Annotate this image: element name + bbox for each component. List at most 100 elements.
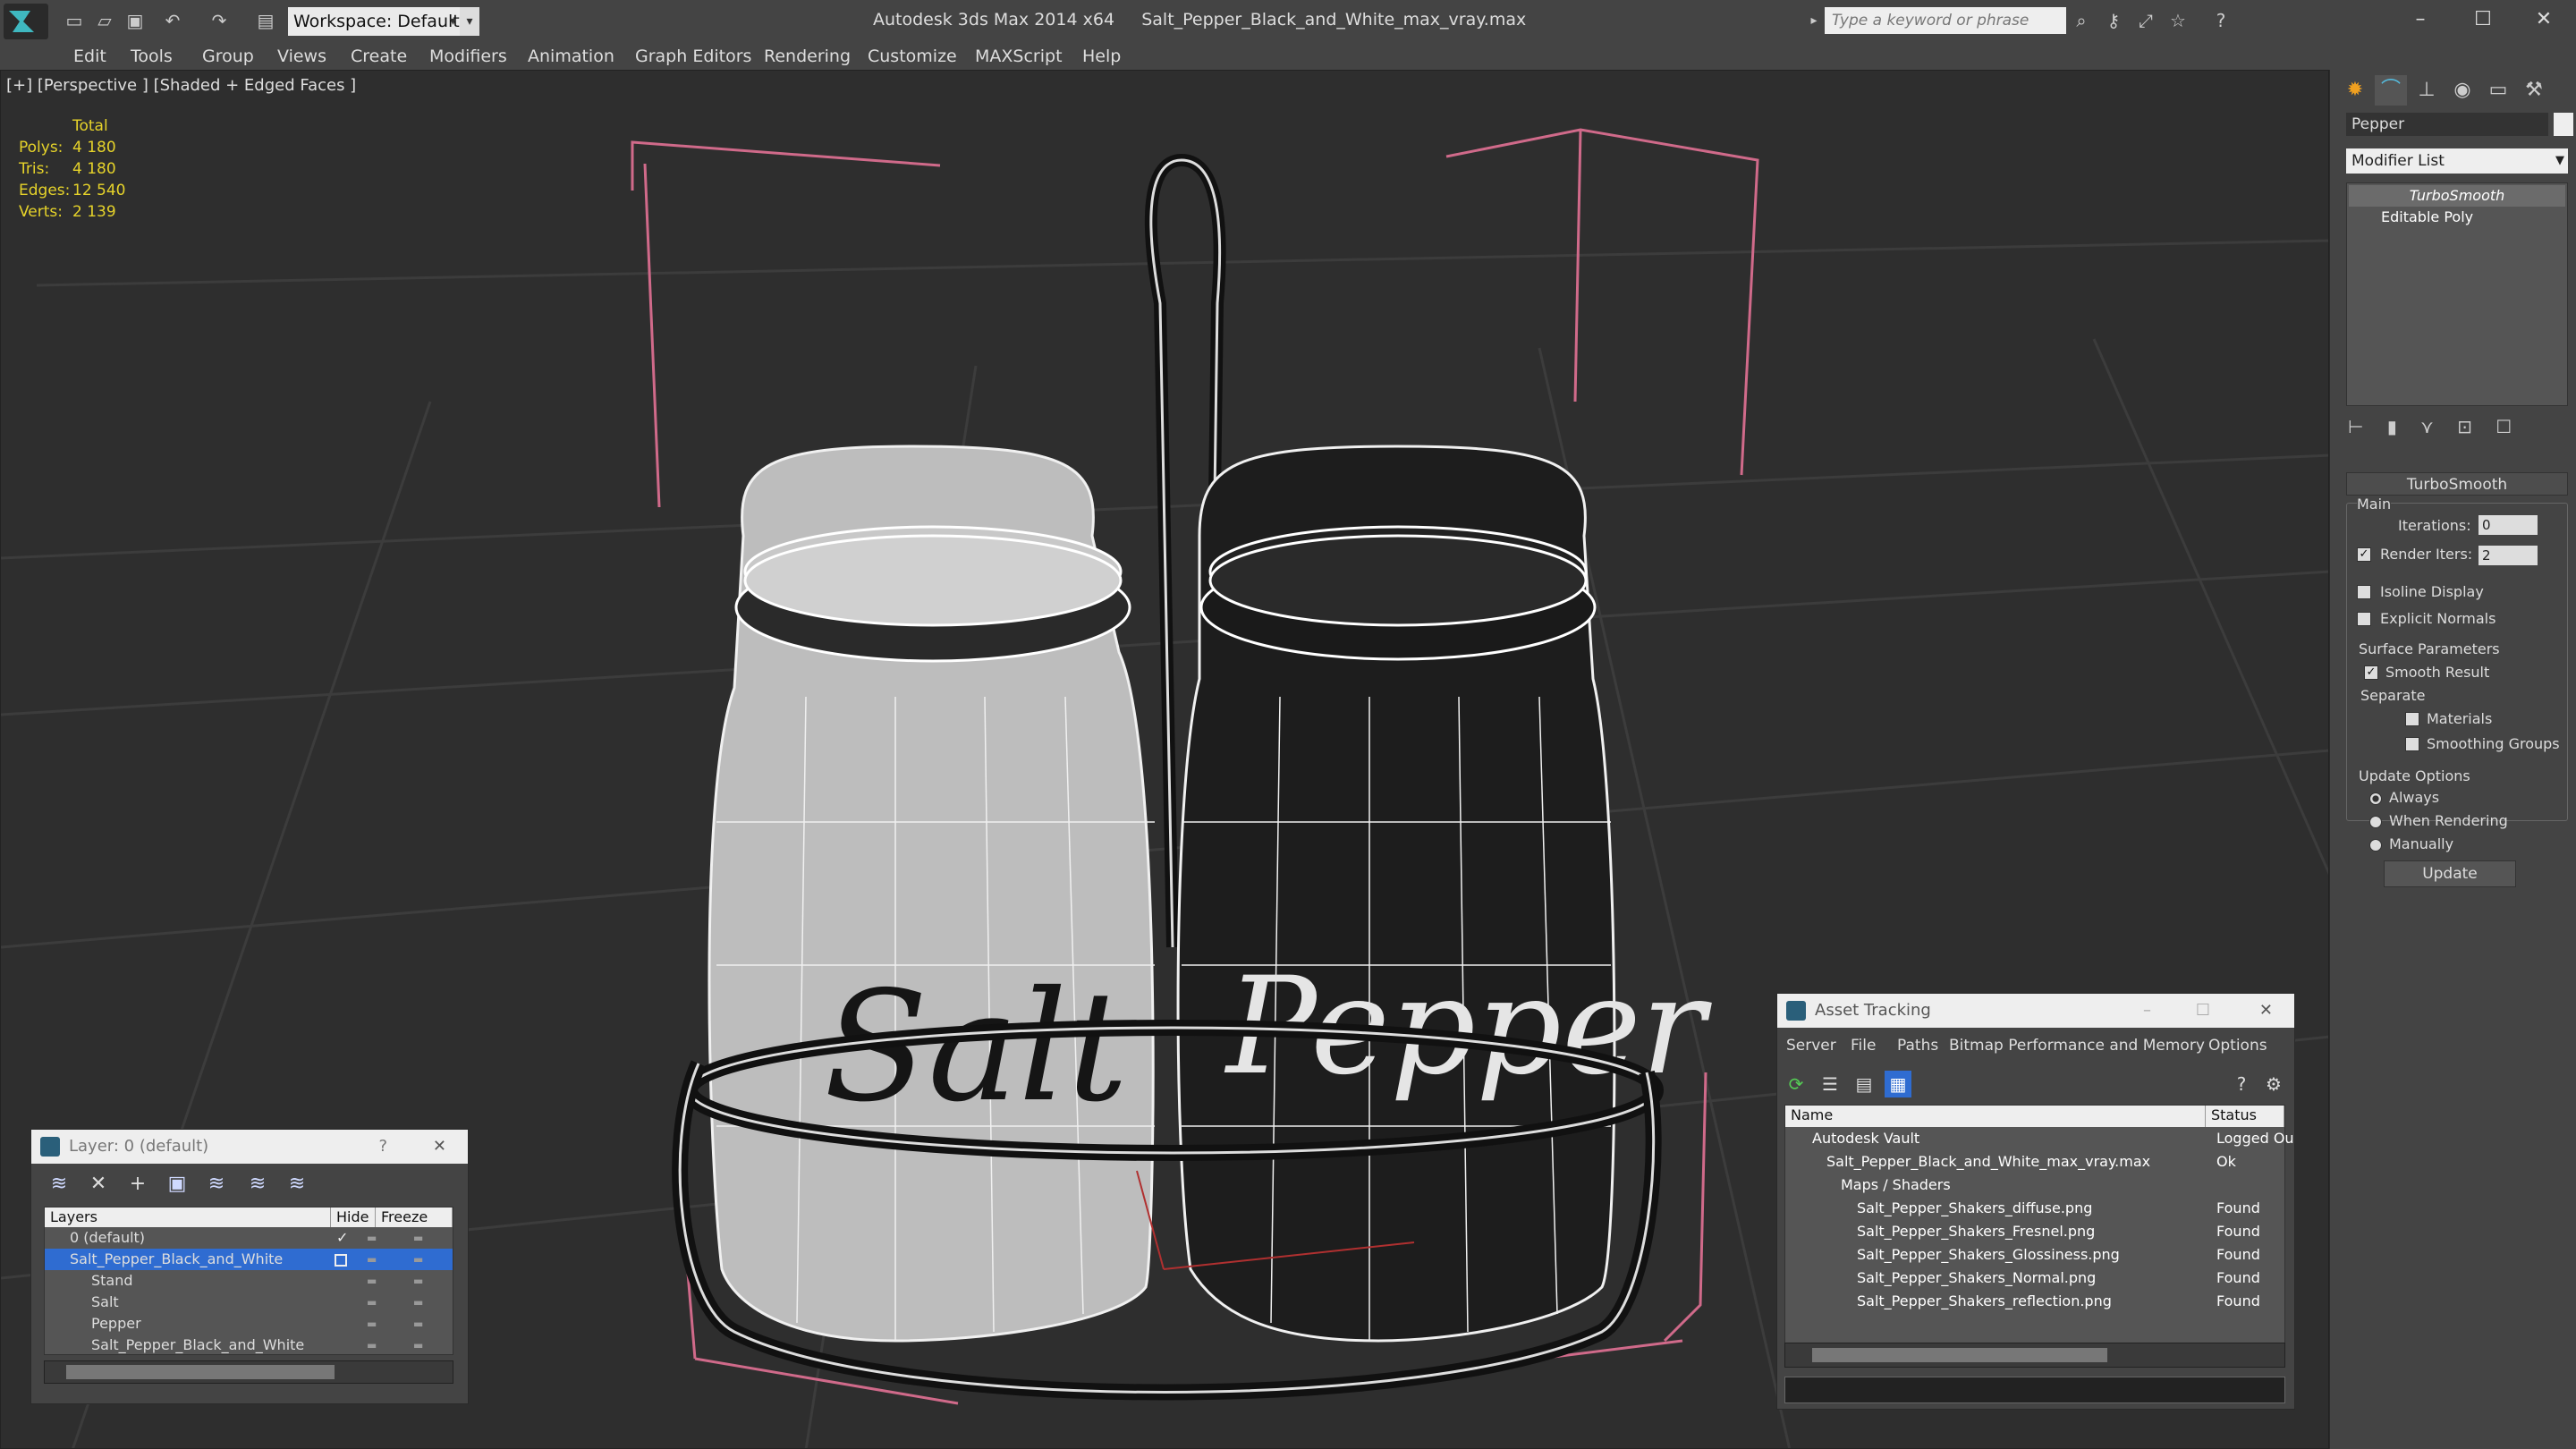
viewport-label[interactable]: [+] [Perspective ] [Shaded + Edged Faces… (6, 76, 356, 95)
binoculars-icon[interactable]: ⌕ (2070, 9, 2093, 32)
menu-maxscript[interactable]: MAXScript (966, 43, 1072, 70)
menu-rendering[interactable]: Rendering (755, 43, 860, 70)
workspace-dropdown-arrow[interactable]: ▾ (460, 7, 479, 36)
asset-menu-options[interactable]: Options (2208, 1037, 2267, 1055)
favorites-star-icon[interactable]: ☆ (2166, 9, 2190, 32)
create-tab-icon[interactable]: ✹ (2339, 75, 2371, 106)
menu-graph-editors[interactable]: Graph Editors (626, 43, 760, 70)
layer-row-group-object[interactable]: Salt_Pepper_Black_and_White ▬ ▬ (45, 1335, 453, 1356)
stack-toolbar[interactable]: ⊢ ▮ ⋎ ⊡ ☐ (2348, 411, 2568, 442)
stack-item-editable-poly[interactable]: Editable Poly (2349, 207, 2565, 228)
hide-all-layers-icon[interactable]: ≋ (242, 1171, 273, 1198)
asset-row-maps[interactable]: Maps / Shaders (1785, 1174, 2284, 1197)
project-folder-icon[interactable]: ▤ (254, 9, 277, 32)
layer-close-button[interactable]: ✕ (433, 1130, 446, 1164)
layer-help-button[interactable]: ? (378, 1130, 387, 1164)
detail-view-icon[interactable]: ▤ (1851, 1071, 1877, 1097)
asset-row-reflection[interactable]: Salt_Pepper_Shakers_reflection.png Found (1785, 1290, 2284, 1313)
asset-row-diffuse[interactable]: Salt_Pepper_Shakers_diffuse.png Found (1785, 1197, 2284, 1220)
manually-radio[interactable] (2369, 839, 2382, 852)
create-layer-icon[interactable]: ≋ (44, 1171, 74, 1198)
open-file-icon[interactable]: ▱ (93, 9, 116, 32)
search-input[interactable]: Type a keyword or phrase (1825, 7, 2066, 34)
asset-column-name[interactable]: Name (1785, 1106, 2206, 1127)
when-rendering-radio[interactable] (2369, 816, 2382, 828)
asset-row-vault[interactable]: Autodesk Vault Logged Ou (1785, 1127, 2294, 1150)
modify-tab-icon[interactable]: ⌒ (2375, 75, 2407, 106)
save-file-icon[interactable]: ▣ (123, 9, 147, 32)
asset-column-status[interactable]: Status (2206, 1106, 2284, 1127)
isoline-display-checkbox[interactable] (2357, 585, 2371, 599)
workspace-selector[interactable]: Workspace: Default ▾ (288, 7, 460, 36)
new-file-icon[interactable]: ▭ (63, 9, 86, 32)
layer-row-pepper[interactable]: Pepper ▬ ▬ (45, 1313, 453, 1335)
iterations-spinner[interactable]: 0 (2479, 515, 2538, 535)
object-color-swatch[interactable] (2554, 113, 2573, 136)
render-iters-spinner[interactable]: 2 (2479, 546, 2538, 565)
motion-tab-icon[interactable]: ◉ (2446, 75, 2479, 106)
search-expand-icon[interactable]: ▸ (1805, 7, 1823, 34)
column-hide[interactable]: Hide (331, 1208, 376, 1227)
layer-row-default[interactable]: 0 (default) ✓ ▬ ▬ (45, 1227, 453, 1249)
maximize-button[interactable]: ☐ (2451, 0, 2515, 39)
exchange-icon[interactable]: ⤢ (2134, 9, 2157, 32)
layer-window-titlebar[interactable]: Layer: 0 (default) ? ✕ (31, 1130, 468, 1164)
explicit-normals-checkbox[interactable] (2357, 612, 2371, 626)
asset-row-normal[interactable]: Salt_Pepper_Shakers_Normal.png Found (1785, 1267, 2284, 1290)
asset-row-fresnel[interactable]: Salt_Pepper_Shakers_Fresnel.png Found (1785, 1220, 2284, 1243)
layer-row-salt[interactable]: Salt ▬ ▬ (45, 1292, 453, 1313)
smoothing-groups-checkbox[interactable] (2405, 737, 2419, 751)
highlight-layer-icon[interactable]: ≋ (201, 1171, 232, 1198)
asset-close-button[interactable]: ✕ (2259, 994, 2273, 1028)
column-freeze[interactable]: Freeze (376, 1208, 453, 1227)
render-iters-checkbox[interactable]: ✓ (2357, 547, 2371, 562)
add-to-layer-icon[interactable]: + (123, 1171, 153, 1198)
menu-customize[interactable]: Customize (859, 43, 966, 70)
key-icon[interactable]: ⚷ (2102, 9, 2125, 32)
delete-layer-icon[interactable]: ✕ (83, 1171, 114, 1198)
layer-horizontal-scrollbar[interactable] (44, 1360, 453, 1384)
app-logo-icon[interactable] (4, 4, 48, 39)
freeze-all-layers-icon[interactable]: ≋ (282, 1171, 312, 1198)
menu-group[interactable]: Group (193, 43, 263, 70)
utilities-tab-icon[interactable]: ⚒ (2518, 75, 2550, 106)
select-layer-objects-icon[interactable]: ▣ (162, 1171, 192, 1198)
stack-item-turbosmooth[interactable]: TurboSmooth (2349, 185, 2565, 207)
asset-maximize-button[interactable]: ☐ (2196, 994, 2210, 1028)
menu-views[interactable]: Views (268, 43, 335, 70)
menu-tools[interactable]: Tools (122, 43, 182, 70)
table-view-icon[interactable]: ▦ (1885, 1071, 1911, 1097)
minimize-button[interactable]: – (2388, 0, 2453, 39)
turbosmooth-rollout-title[interactable]: TurboSmooth (2346, 472, 2568, 496)
vault-settings-icon[interactable]: ⚙ (2260, 1071, 2287, 1097)
column-layers[interactable]: Layers (45, 1208, 331, 1227)
menu-modifiers[interactable]: Modifiers (420, 43, 516, 70)
asset-menu-bitmap[interactable]: Bitmap Performance and Memory (1949, 1037, 2205, 1055)
asset-minimize-button[interactable]: – (2143, 994, 2151, 1028)
display-tab-icon[interactable]: ▭ (2482, 75, 2514, 106)
help-question-icon[interactable]: ? (2228, 1071, 2255, 1097)
menu-create[interactable]: Create (342, 43, 416, 70)
asset-menu-server[interactable]: Server (1786, 1037, 1836, 1055)
layer-row-salt-pepper[interactable]: Salt_Pepper_Black_and_White ▬ ▬ (45, 1249, 453, 1270)
asset-window-titlebar[interactable]: Asset Tracking – ☐ ✕ (1777, 994, 2294, 1028)
close-button[interactable]: ✕ (2512, 0, 2576, 39)
refresh-icon[interactable]: ⟳ (1783, 1071, 1809, 1097)
menu-help[interactable]: Help (1073, 43, 1130, 70)
smooth-result-checkbox[interactable]: ✓ (2364, 665, 2378, 680)
layer-row-stand[interactable]: Stand ▬ ▬ (45, 1270, 453, 1292)
always-radio[interactable] (2369, 792, 2382, 805)
undo-icon[interactable]: ↶ (161, 9, 184, 32)
materials-checkbox[interactable] (2405, 712, 2419, 726)
help-icon[interactable]: ? (2209, 9, 2233, 32)
asset-row-glossiness[interactable]: Salt_Pepper_Shakers_Glossiness.png Found (1785, 1243, 2284, 1267)
asset-horizontal-scrollbar[interactable] (1784, 1343, 2285, 1368)
menu-animation[interactable]: Animation (519, 43, 623, 70)
modifier-list-dropdown[interactable]: Modifier List ▼ (2346, 148, 2568, 174)
redo-icon[interactable]: ↷ (208, 9, 231, 32)
menu-edit[interactable]: Edit (64, 43, 115, 70)
asset-row-max-file[interactable]: Salt_Pepper_Black_and_White_max_vray.max… (1785, 1150, 2284, 1174)
asset-menu-paths[interactable]: Paths (1897, 1037, 1938, 1055)
list-view-icon[interactable]: ☰ (1817, 1071, 1843, 1097)
object-name-field[interactable]: Pepper (2346, 113, 2548, 136)
